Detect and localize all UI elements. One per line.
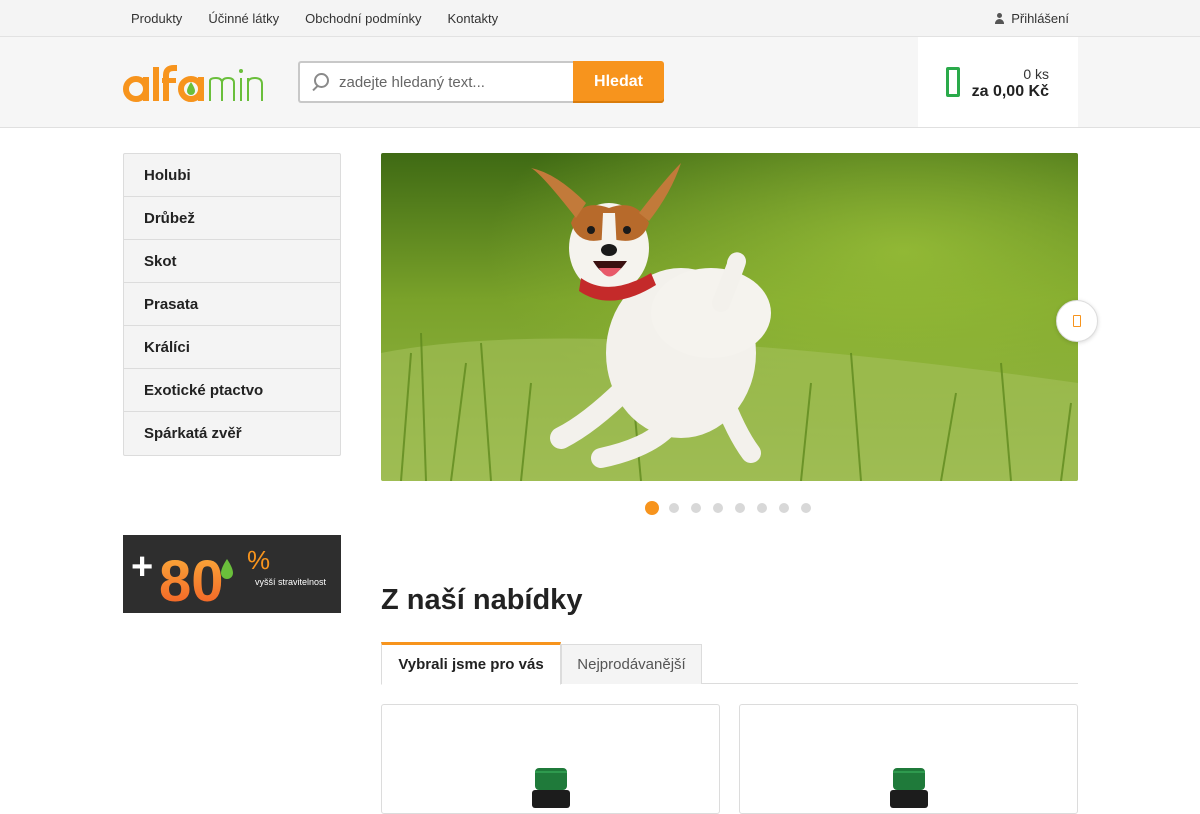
slider-dot[interactable] (669, 503, 679, 513)
top-bar: Produkty Účinné látky Obchodní podmínky … (0, 0, 1200, 37)
sidebar-item-sparkata-zver[interactable]: Spárkatá zvěř (124, 412, 340, 455)
slider-dot[interactable] (735, 503, 745, 513)
sidebar-item-exoticke-ptactvo[interactable]: Exotické ptactvo (124, 369, 340, 412)
slider-dot[interactable] (713, 503, 723, 513)
tab-nejprodavanejsi[interactable]: Nejprodávanější (561, 644, 702, 684)
sidebar-item-prasata[interactable]: Prasata (124, 283, 340, 326)
login-link[interactable]: Přihlášení (995, 0, 1069, 36)
product-card[interactable] (739, 704, 1078, 814)
login-label: Přihlášení (1011, 10, 1069, 26)
cart-total: za 0,00 Kč (971, 83, 1049, 100)
sidebar-item-skot[interactable]: Skot (124, 240, 340, 283)
promo-plus: + (131, 546, 153, 588)
search-form: Hledat (298, 61, 664, 103)
topnav-kontakty[interactable]: Kontakty (434, 11, 511, 26)
cart-icon (946, 67, 960, 97)
chevron-right-icon (1073, 315, 1081, 327)
slider-pagination (645, 501, 823, 515)
user-icon (995, 12, 1005, 24)
sidebar-item-drubez[interactable]: Drůbež (124, 197, 340, 240)
promo-percent: % (247, 545, 270, 575)
sidebar-item-holubi[interactable]: Holubi (124, 154, 340, 197)
slider-dot[interactable] (645, 501, 659, 515)
header: Hledat 0 ks za 0,00 Kč (0, 37, 1200, 128)
promo-number: 80 (159, 549, 224, 613)
product-card[interactable] (381, 704, 720, 814)
cart-widget[interactable]: 0 ks za 0,00 Kč (918, 37, 1078, 127)
topnav-produkty[interactable]: Produkty (118, 11, 195, 26)
product-image (532, 768, 570, 808)
search-box (298, 61, 574, 103)
slider-dot[interactable] (691, 503, 701, 513)
slider-dot[interactable] (779, 503, 789, 513)
hero-image-dog (381, 153, 1078, 481)
topnav-obchodni-podminky[interactable]: Obchodní podmínky (292, 11, 434, 26)
promo-caption: vyšší stravitelnost (255, 577, 327, 587)
promo-banner[interactable]: + 80 % vyšší stravitelnost (123, 535, 341, 613)
search-input[interactable] (339, 73, 559, 91)
top-nav: Produkty Účinné látky Obchodní podmínky … (118, 0, 511, 36)
slider-dot[interactable] (801, 503, 811, 513)
category-sidebar: Holubi Drůbež Skot Prasata Králíci Exoti… (123, 153, 341, 456)
tab-vybrali-jsme[interactable]: Vybrali jsme pro vás (381, 642, 561, 685)
slider-next-button[interactable] (1056, 300, 1098, 342)
hero-slider[interactable] (381, 153, 1078, 481)
search-icon (311, 73, 329, 91)
slider-dot[interactable] (757, 503, 767, 513)
sidebar-item-kralici[interactable]: Králíci (124, 326, 340, 369)
offer-tabs: Vybrali jsme pro vás Nejprodávanější (381, 642, 1078, 685)
offer-heading: Z naší nabídky (381, 584, 583, 616)
promo-graphic: + 80 % vyšší stravitelnost (131, 545, 327, 613)
product-image (890, 768, 928, 808)
search-button[interactable]: Hledat (573, 61, 664, 103)
topnav-ucinne-latky[interactable]: Účinné látky (195, 11, 292, 26)
cart-count: 0 ks (1023, 66, 1049, 82)
alfamin-logo[interactable] (122, 59, 284, 105)
